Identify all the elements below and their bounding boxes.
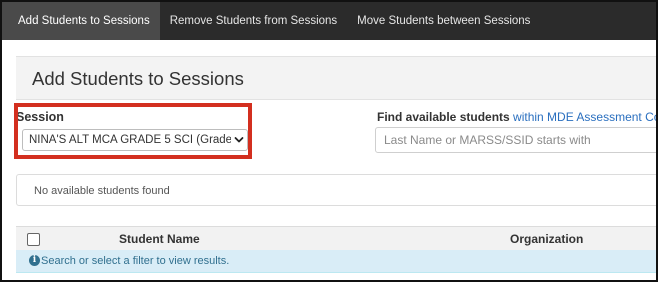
info-message: Search or select a filter to view result… (41, 255, 230, 267)
panel-header: Add Students to Sessions (16, 56, 656, 100)
assessment-context-link[interactable]: within MDE Assessment Co (513, 110, 656, 124)
column-header-student-name[interactable]: Student Name (119, 232, 200, 246)
session-selected-value: NINA'S ALT MCA GRADE 5 SCI (Grade (29, 134, 231, 146)
table-header: Student Name Organization (16, 226, 656, 252)
info-circle-icon: i (29, 255, 40, 266)
tab-add-students[interactable]: Add Students to Sessions (2, 2, 160, 40)
results-panel: No available students found (16, 174, 656, 206)
student-search-input[interactable] (375, 127, 656, 153)
select-all-checkbox[interactable] (27, 233, 40, 246)
empty-results-message: No available students found (34, 185, 170, 197)
chevron-down-icon (231, 130, 247, 150)
app-window: Add Students to Sessions Remove Students… (0, 0, 658, 282)
find-label-text: Find available students (377, 110, 510, 124)
session-label: Session (16, 110, 64, 124)
column-header-organization[interactable]: Organization (510, 232, 583, 246)
session-select[interactable]: NINA'S ALT MCA GRADE 5 SCI (Grade (22, 129, 248, 151)
find-students-label: Find available students within MDE Asses… (377, 110, 656, 124)
page-title: Add Students to Sessions (32, 68, 244, 89)
top-navigation: Add Students to Sessions Remove Students… (2, 2, 656, 40)
info-row: i Search or select a filter to view resu… (16, 250, 656, 273)
tab-move-students[interactable]: Move Students between Sessions (347, 2, 540, 40)
tab-remove-students[interactable]: Remove Students from Sessions (160, 2, 347, 40)
